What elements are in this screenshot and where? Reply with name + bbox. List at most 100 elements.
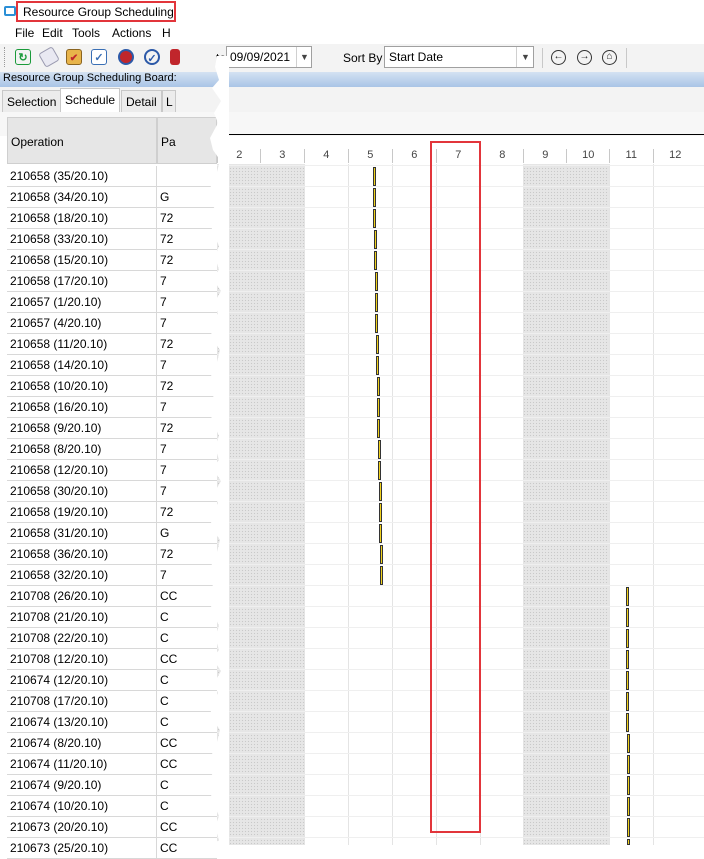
more-icon[interactable] (170, 49, 180, 65)
operation-column-header[interactable]: Operation (7, 117, 157, 164)
operation-cell[interactable]: 210674 (8/20.10) (7, 733, 157, 754)
operation-cell[interactable]: 210658 (19/20.10) (7, 502, 157, 523)
chevron-down-icon[interactable]: ▼ (296, 47, 312, 67)
operation-cell[interactable]: 210708 (12/20.10) (7, 649, 157, 670)
menu-help[interactable]: H (162, 26, 171, 40)
task-bar[interactable] (373, 167, 376, 186)
operation-cell[interactable]: 210658 (10/20.10) (7, 376, 157, 397)
operation-cell[interactable]: 210658 (17/20.10) (7, 271, 157, 292)
checklist-icon[interactable]: ✓ (91, 49, 107, 65)
operation-cell[interactable]: 210708 (26/20.10) (7, 586, 157, 607)
task-bar[interactable] (626, 650, 629, 669)
tab-selection[interactable]: Selection (2, 90, 62, 112)
app-icon (4, 6, 16, 16)
task-bar[interactable] (626, 692, 629, 711)
task-bar[interactable] (378, 461, 381, 480)
chevron-down-icon[interactable]: ▼ (516, 47, 534, 67)
operation-cell[interactable]: 210674 (11/20.10) (7, 754, 157, 775)
operation-cell[interactable]: 210658 (11/20.10) (7, 334, 157, 355)
day-header: 6 (392, 149, 436, 163)
operation-cell[interactable]: 210658 (32/20.10) (7, 565, 157, 586)
day-gridline (609, 164, 610, 845)
operation-cell[interactable]: 210658 (30/20.10) (7, 481, 157, 502)
toolbar-separator (626, 48, 627, 68)
forward-icon[interactable]: → (577, 50, 592, 65)
operation-cell[interactable]: 210658 (9/20.10) (7, 418, 157, 439)
task-bar[interactable] (627, 734, 630, 753)
approve-icon[interactable]: ✓ (144, 49, 160, 65)
weekend-shading (566, 164, 610, 845)
task-bar[interactable] (378, 440, 381, 459)
operation-cell[interactable]: 210673 (25/20.10) (7, 838, 157, 859)
operation-cell[interactable]: 210658 (31/20.10) (7, 523, 157, 544)
menu-actions[interactable]: Actions (112, 26, 151, 40)
task-bar[interactable] (377, 419, 380, 438)
day-header: 8 (480, 149, 524, 163)
task-bar[interactable] (373, 209, 376, 228)
menu-tools[interactable]: Tools (72, 26, 100, 40)
task-bar[interactable] (380, 566, 383, 585)
operation-cell[interactable]: 210708 (21/20.10) (7, 607, 157, 628)
operation-cell[interactable]: 210658 (34/20.10) (7, 187, 157, 208)
task-bar[interactable] (375, 293, 378, 312)
task-bar[interactable] (375, 272, 378, 291)
board-title: Resource Group Scheduling Board: (3, 72, 177, 84)
operation-cell[interactable]: 210658 (33/20.10) (7, 229, 157, 250)
operation-cell[interactable]: 210674 (12/20.10) (7, 670, 157, 691)
operation-cell[interactable]: 210673 (20/20.10) (7, 817, 157, 838)
operation-cell[interactable]: 210658 (15/20.10) (7, 250, 157, 271)
operation-cell[interactable]: 210674 (10/20.10) (7, 796, 157, 817)
task-bar[interactable] (627, 755, 630, 774)
task-bar[interactable] (377, 377, 380, 396)
task-bar[interactable] (627, 818, 630, 837)
day-gridline (566, 164, 567, 845)
schedule-icon[interactable] (118, 49, 134, 65)
operation-cell[interactable]: 210674 (9/20.10) (7, 775, 157, 796)
tab-schedule[interactable]: Schedule (60, 88, 121, 113)
task-bar[interactable] (377, 398, 380, 417)
task-bar[interactable] (376, 335, 379, 354)
task-bar[interactable] (626, 671, 629, 690)
task-bar[interactable] (627, 776, 630, 795)
operation-cell[interactable]: 210658 (16/20.10) (7, 397, 157, 418)
day-gridline (260, 164, 261, 845)
task-bar[interactable] (627, 797, 630, 816)
refresh-icon[interactable]: ↻ (15, 49, 31, 65)
tab-detail[interactable]: Detail (121, 90, 162, 112)
day-header: 11 (609, 149, 653, 163)
home-icon[interactable]: ⌂ (602, 50, 617, 65)
day-gridline (392, 164, 393, 845)
task-bar[interactable] (374, 251, 377, 270)
operation-cell[interactable]: 210658 (35/20.10) (7, 166, 157, 187)
operation-cell[interactable]: 210708 (17/20.10) (7, 691, 157, 712)
task-bar[interactable] (626, 629, 629, 648)
menu-edit[interactable]: Edit (42, 26, 63, 40)
operation-cell[interactable]: 210658 (8/20.10) (7, 439, 157, 460)
operation-cell[interactable]: 210674 (13/20.10) (7, 712, 157, 733)
task-bar[interactable] (626, 608, 629, 627)
operation-cell[interactable]: 210658 (14/20.10) (7, 355, 157, 376)
task-bar[interactable] (374, 230, 377, 249)
task-bar[interactable] (626, 713, 629, 732)
operation-cell[interactable]: 210708 (22/20.10) (7, 628, 157, 649)
operation-cell[interactable]: 210657 (1/20.10) (7, 292, 157, 313)
operation-cell[interactable]: 210658 (18/20.10) (7, 208, 157, 229)
operation-cell[interactable]: 210657 (4/20.10) (7, 313, 157, 334)
task-bar[interactable] (379, 482, 382, 501)
clipboard-icon[interactable]: ✔ (66, 49, 82, 65)
operation-cell[interactable]: 210658 (36/20.10) (7, 544, 157, 565)
day-header: 10 (566, 149, 610, 163)
task-bar[interactable] (379, 503, 382, 522)
task-bar[interactable] (375, 314, 378, 333)
task-bar[interactable] (626, 587, 629, 606)
operation-cell[interactable]: 210658 (12/20.10) (7, 460, 157, 481)
task-bar[interactable] (627, 839, 630, 845)
task-bar[interactable] (380, 545, 383, 564)
task-bar[interactable] (379, 524, 382, 543)
tab-l[interactable]: L (162, 90, 176, 112)
back-icon[interactable]: ← (551, 50, 566, 65)
sort-by-select[interactable]: Start Date (384, 46, 534, 68)
task-bar[interactable] (376, 356, 379, 375)
task-bar[interactable] (373, 188, 376, 207)
menu-file[interactable]: File (15, 26, 34, 40)
